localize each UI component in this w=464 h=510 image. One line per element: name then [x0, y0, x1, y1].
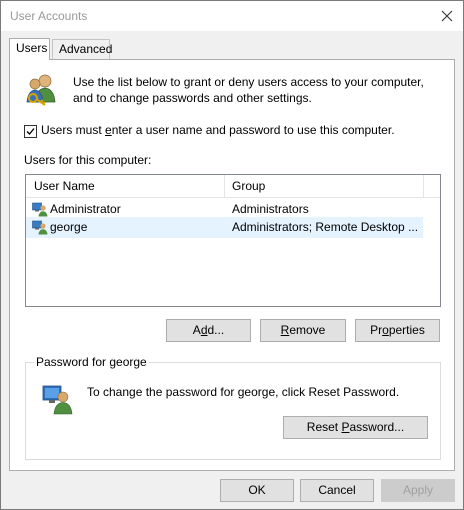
list-item[interactable]: george Administrators; Remote Desktop ..… — [26, 217, 423, 238]
require-login-label: Users must enter a user name and passwor… — [41, 123, 395, 137]
close-icon[interactable] — [437, 6, 457, 26]
users-tab-panel: Use the list below to grant or deny user… — [9, 59, 455, 471]
user-group: Administrators — [232, 202, 309, 216]
tab-users[interactable]: Users — [9, 38, 50, 60]
password-instructions: To change the password for george, click… — [87, 385, 400, 399]
user-icon — [32, 220, 48, 235]
column-group[interactable]: Group — [232, 179, 265, 193]
apply-button[interactable]: Apply — [381, 479, 455, 502]
remove-button[interactable]: Remove — [260, 319, 346, 342]
user-group: Administrators; Remote Desktop ... — [232, 220, 419, 234]
user-name: Administrator — [50, 202, 121, 216]
list-header: User Name Group — [26, 175, 440, 198]
tab-advanced[interactable]: Advanced — [52, 39, 112, 59]
add-button[interactable]: Add... — [166, 319, 251, 342]
checkmark-icon — [26, 128, 35, 135]
password-group: Password for george To change the passwo… — [25, 355, 441, 460]
column-user-name[interactable]: User Name — [34, 179, 95, 193]
cancel-button[interactable]: Cancel — [300, 479, 374, 502]
intro-text: Use the list below to grant or deny user… — [73, 75, 424, 105]
users-list[interactable]: User Name Group Administrator Administra… — [25, 174, 441, 307]
window-title: User Accounts — [10, 9, 88, 23]
title-bar: User Accounts — [1, 1, 463, 31]
user-name: george — [50, 220, 88, 234]
reset-password-button[interactable]: Reset Password... — [283, 416, 428, 439]
users-list-label: Users for this computer: — [24, 153, 152, 167]
list-item[interactable]: Administrator Administrators — [26, 199, 440, 218]
user-icon — [32, 202, 48, 217]
ok-button[interactable]: OK — [220, 479, 294, 502]
column-separator[interactable] — [423, 175, 424, 197]
column-separator[interactable] — [224, 175, 225, 197]
password-group-title: Password for george — [34, 355, 149, 369]
user-password-icon — [42, 385, 73, 415]
user-accounts-window: User Accounts Users Advanced Use the lis… — [0, 0, 464, 510]
properties-button[interactable]: Properties — [355, 319, 440, 342]
users-key-icon — [26, 74, 56, 106]
require-login-checkbox[interactable] — [24, 125, 37, 138]
